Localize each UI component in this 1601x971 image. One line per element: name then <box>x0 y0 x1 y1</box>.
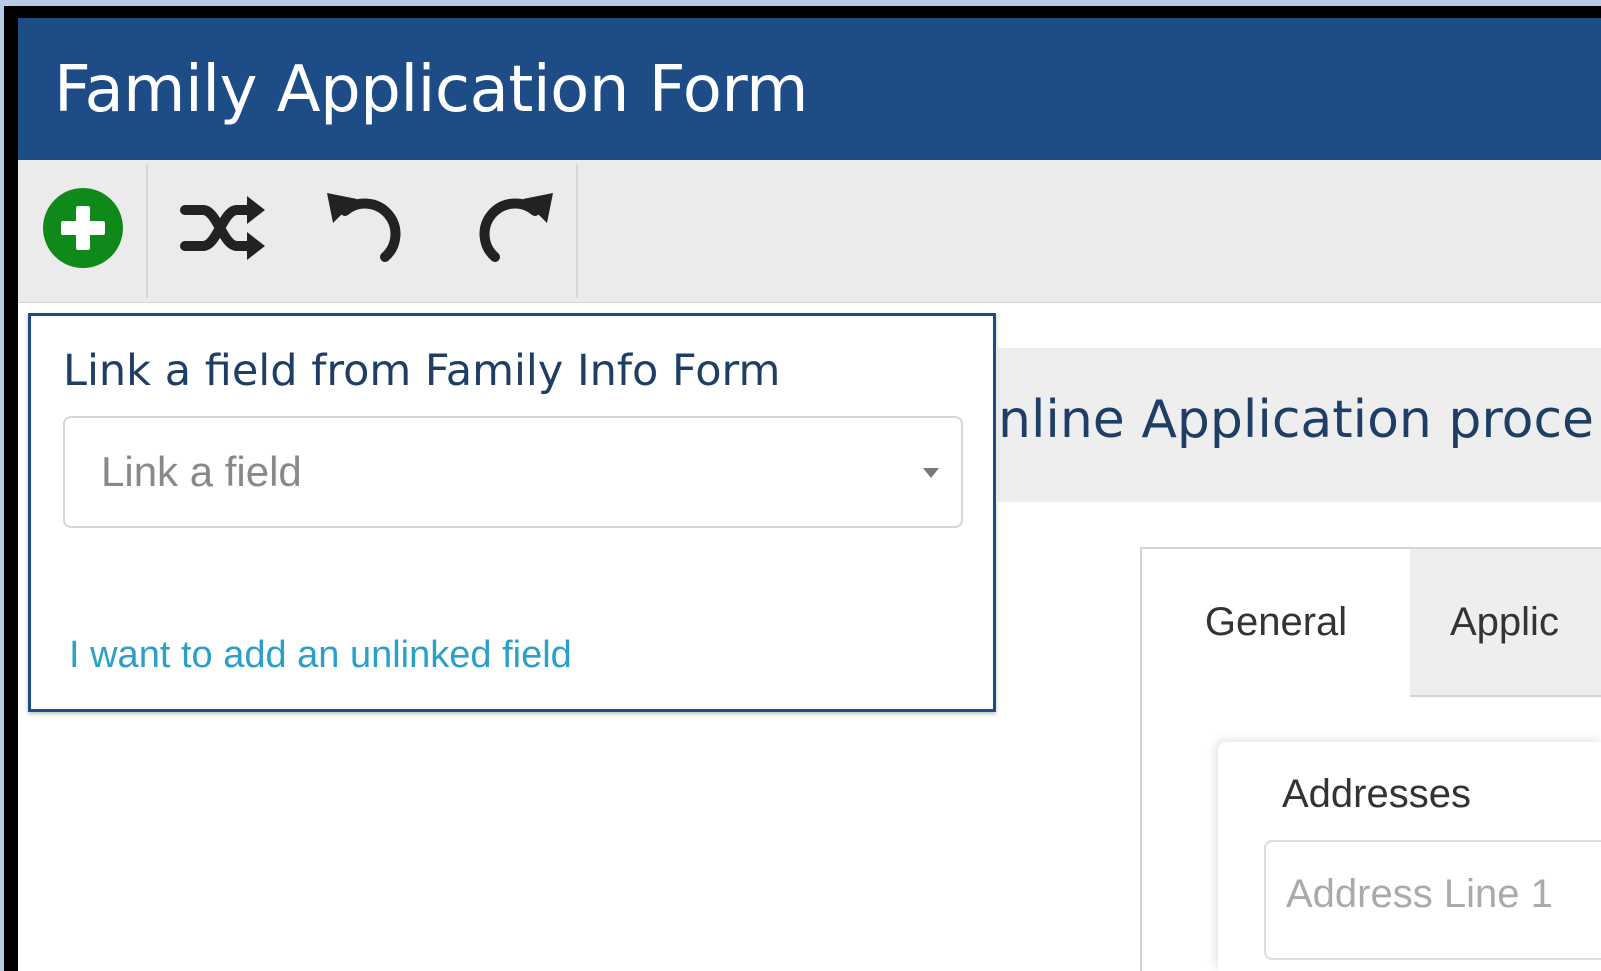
tab-panel-border <box>1140 694 1142 971</box>
tab-general[interactable]: General <box>1140 547 1412 695</box>
window-frame: Family Application Form nline Applicatio… <box>4 6 1601 971</box>
shuffle-icon <box>180 196 265 260</box>
redo-icon <box>479 193 553 262</box>
tab-applic[interactable]: Applic <box>1410 547 1601 697</box>
toolbar-divider <box>146 164 148 298</box>
toolbar-divider <box>576 164 578 298</box>
link-field-popup: Link a field from Family Info Form Link … <box>28 313 996 712</box>
add-unlinked-field-link[interactable]: I want to add an unlinked field <box>69 634 572 677</box>
page-title: Family Application Form <box>54 53 808 127</box>
link-field-placeholder: Link a field <box>101 448 302 495</box>
popup-title: Link a field from Family Info Form <box>63 346 781 396</box>
link-field-select[interactable]: Link a field <box>63 416 963 528</box>
undo-button[interactable] <box>320 180 416 276</box>
form-header-band: nline Application proce <box>998 348 1601 502</box>
addresses-card: Addresses Address Line 1 <box>1218 742 1601 971</box>
toolbar <box>18 160 1601 303</box>
title-bar: Family Application Form <box>18 18 1601 160</box>
caret-down-icon <box>923 468 939 478</box>
shuffle-button[interactable] <box>176 180 272 276</box>
addresses-label: Addresses <box>1282 772 1471 816</box>
add-field-button[interactable] <box>35 180 131 276</box>
plus-circle-icon <box>43 188 123 268</box>
tab-bar: General Applic <box>1140 547 1601 697</box>
app-window: Family Application Form nline Applicatio… <box>18 18 1601 971</box>
undo-icon <box>327 193 401 262</box>
address-line-1-input[interactable]: Address Line 1 <box>1264 840 1601 960</box>
redo-button[interactable] <box>464 180 560 276</box>
form-heading: nline Application proce <box>998 390 1595 450</box>
